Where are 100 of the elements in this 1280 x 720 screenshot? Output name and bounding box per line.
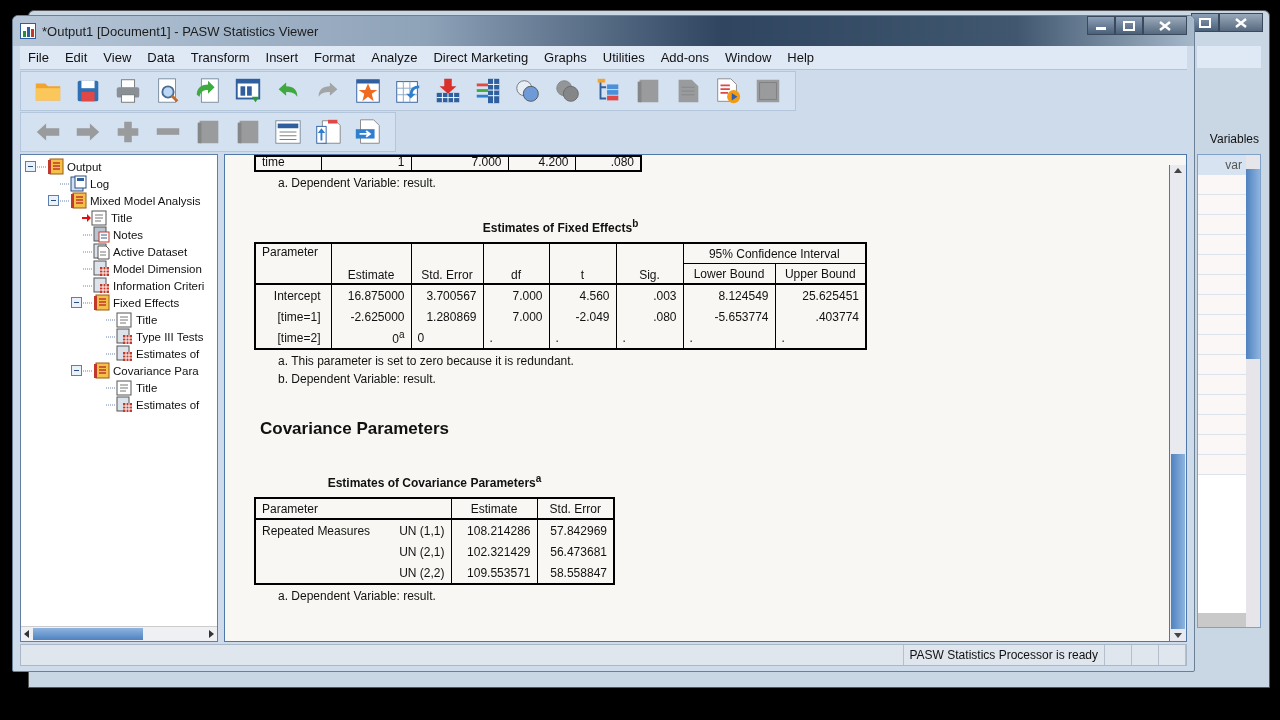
table-cell: 16.875000	[331, 284, 411, 306]
grid-cell[interactable]	[1198, 215, 1246, 235]
maximize-button[interactable]	[1115, 16, 1143, 35]
table-icon	[116, 328, 133, 345]
menu-item[interactable]: File	[20, 50, 57, 65]
grid-cell[interactable]	[1198, 235, 1246, 255]
tree-line	[106, 352, 115, 355]
tree-line	[106, 318, 115, 321]
menu-item[interactable]: Format	[306, 50, 364, 65]
tree-line	[60, 199, 69, 202]
scrollbar-thumb[interactable]	[1171, 454, 1185, 629]
table-cell: 0$^{a}$	[331, 327, 411, 349]
footnote: a. Dependent Variable: result.	[278, 589, 437, 603]
menu-item[interactable]: Analyze	[363, 50, 426, 65]
tree-item[interactable]: Title	[136, 381, 158, 394]
collapse-toggle[interactable]	[48, 195, 59, 206]
collapse-toggle[interactable]	[25, 161, 36, 172]
vertical-scrollbar[interactable]	[1169, 165, 1186, 641]
column-header[interactable]: var	[1198, 155, 1246, 175]
tree-line	[83, 267, 92, 270]
table-cell: 4.200	[508, 156, 575, 171]
table-cell: .	[549, 327, 616, 349]
table-cell: UN (2,1)	[399, 544, 445, 559]
menu-item[interactable]: Graphs	[536, 50, 595, 65]
table-cell: .080	[575, 156, 641, 171]
vertical-scrollbar[interactable]	[1246, 155, 1260, 627]
table-cell: .003	[616, 284, 683, 306]
table-cell: 8.124549	[683, 284, 775, 306]
table-cell: Intercept	[255, 284, 331, 306]
tree-item[interactable]: Estimates of	[136, 347, 200, 360]
grid-cell[interactable]	[1198, 395, 1246, 415]
tree-line	[60, 182, 69, 185]
horizontal-scrollbar[interactable]	[21, 626, 217, 641]
tree-item[interactable]: Title	[111, 211, 133, 224]
grid-cell[interactable]	[1198, 415, 1246, 435]
minimize-icon	[1096, 27, 1106, 30]
close-button[interactable]	[1143, 16, 1187, 35]
grid-cell[interactable]	[1198, 195, 1246, 215]
title-icon	[116, 379, 133, 396]
grid-cell[interactable]	[1198, 315, 1246, 335]
table-cell: .	[775, 327, 866, 349]
table-icon	[93, 277, 110, 294]
grid-cell[interactable]	[1198, 375, 1246, 395]
grid-cell[interactable]	[1198, 255, 1246, 275]
grid-cell[interactable]	[1198, 335, 1246, 355]
maximize-button[interactable]	[1191, 13, 1219, 32]
menu-item[interactable]: Direct Marketing	[425, 50, 537, 65]
horizontal-scrollbar[interactable]	[1198, 613, 1246, 627]
table-cell: UN (2,2)	[399, 565, 445, 580]
menu-item[interactable]: Utilities	[594, 50, 653, 65]
table-icon	[93, 260, 110, 277]
menu-item[interactable]: Edit	[56, 50, 96, 65]
tree-item[interactable]: Active Dataset	[113, 245, 188, 258]
grid-cell[interactable]	[1198, 435, 1246, 455]
collapse-toggle[interactable]	[71, 297, 82, 308]
menu-item[interactable]: Help	[779, 50, 823, 65]
maximize-icon	[1123, 20, 1135, 31]
table-cell: 0	[411, 327, 483, 349]
title-icon	[116, 311, 133, 328]
grid-cell[interactable]	[1198, 175, 1246, 195]
tree-item[interactable]: Covariance Para	[113, 364, 199, 377]
tree-line	[83, 369, 92, 372]
menu-item[interactable]: View	[95, 50, 140, 65]
book-icon	[93, 294, 110, 311]
close-button[interactable]	[1219, 13, 1263, 32]
tree-line	[83, 301, 92, 304]
collapse-toggle[interactable]	[71, 365, 82, 376]
grid-cell[interactable]	[1198, 295, 1246, 315]
table-cell: 25.625451	[775, 284, 866, 306]
footnote: b. Dependent Variable: result.	[278, 372, 437, 386]
tree-item[interactable]: Log	[90, 177, 110, 190]
tree-line	[106, 403, 115, 406]
tree-item[interactable]: Estimates of	[136, 398, 200, 411]
menu-item[interactable]: Data	[139, 50, 183, 65]
table-cell: 102.321429	[451, 541, 537, 562]
table-cell: .403774	[775, 306, 866, 327]
maximize-icon	[1199, 17, 1211, 28]
menu-item[interactable]: Window	[717, 50, 780, 65]
menu-item[interactable]: Transform	[182, 50, 258, 65]
menu-item[interactable]: Add-ons	[652, 50, 718, 65]
tree-item[interactable]: Title	[136, 313, 158, 326]
table-cell: 1	[321, 156, 411, 171]
tree-item[interactable]: Fixed Effects	[113, 296, 180, 309]
grid-cell[interactable]	[1198, 455, 1246, 475]
grid-cell[interactable]	[1198, 355, 1246, 375]
tree-line	[83, 233, 92, 236]
app-icon	[20, 23, 36, 39]
footnote: a. Dependent Variable: result.	[278, 176, 437, 190]
minimize-button[interactable]	[1087, 16, 1115, 35]
tree-item[interactable]: Mixed Model Analysis	[90, 194, 201, 207]
tree-item[interactable]: Notes	[113, 228, 144, 241]
menu-item[interactable]: Insert	[257, 50, 307, 65]
tree-item[interactable]: Output	[67, 160, 102, 173]
tree-item[interactable]: Information Criteri	[113, 279, 205, 292]
scrollbar-thumb[interactable]	[33, 628, 143, 640]
scrollbar-thumb[interactable]	[1246, 169, 1260, 359]
tree-item[interactable]: Model Dimension	[113, 262, 202, 275]
table-cell: 3.700567	[411, 284, 483, 306]
grid-cell[interactable]	[1198, 275, 1246, 295]
tree-item[interactable]: Type III Tests	[136, 330, 204, 343]
